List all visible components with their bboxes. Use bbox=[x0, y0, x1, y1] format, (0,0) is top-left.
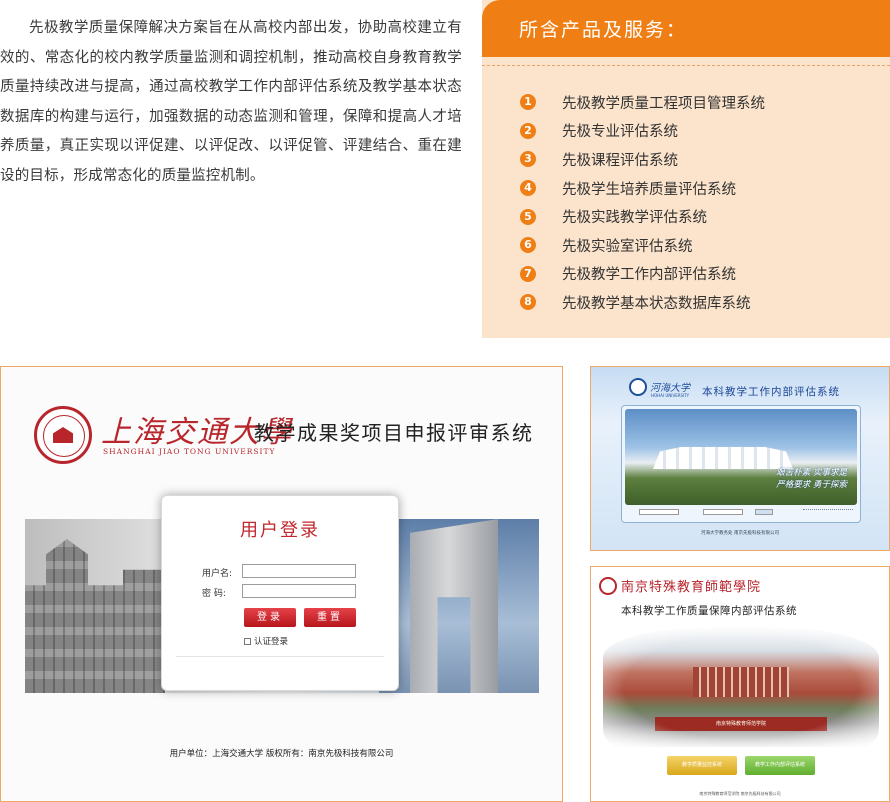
product-label: 先极学生培养质量评估系统 bbox=[562, 181, 736, 198]
hohai-login-button[interactable] bbox=[755, 509, 773, 515]
number-badge: 2 bbox=[520, 122, 536, 139]
divider bbox=[176, 656, 384, 657]
product-label: 先极专业评估系统 bbox=[562, 124, 678, 141]
list-item: 2 先极专业评估系统 bbox=[520, 117, 890, 146]
campus-gate-sign: 南京特殊教育师范学院 bbox=[655, 717, 827, 731]
number-badge: 5 bbox=[520, 208, 536, 225]
login-button[interactable]: 登录 bbox=[244, 608, 296, 627]
checkbox-icon[interactable] bbox=[244, 638, 251, 645]
products-header: 所含产品及服务： bbox=[482, 0, 890, 57]
sjtu-footer: 用户单位：上海交通大学 版权所有：南京先极科技有限公司 bbox=[169, 749, 394, 759]
list-item: 6 先极实验室评估系统 bbox=[520, 231, 890, 260]
hohai-login-bar bbox=[625, 506, 857, 518]
password-row: 密 码: bbox=[202, 586, 242, 599]
password-label: 密 码: bbox=[202, 589, 226, 599]
intro-paragraph: 先极教学质量保障解决方案旨在从高校内部出发，协助高校建立有效的、常态化的校内教学… bbox=[0, 20, 462, 184]
remember-label: 认证登录 bbox=[254, 637, 289, 647]
products-list-area: 1 先极教学质量工程项目管理系统 2 先极专业评估系统 3 先极课程评估系统 4 先极学… bbox=[482, 65, 890, 317]
login-title: 用户登录 bbox=[240, 520, 320, 541]
njts-screenshot: 南京特殊教育師範學院 本科教学工作质量保障内部评估系统 南京特殊教育师范学院 教… bbox=[590, 566, 890, 802]
njts-footer: 南京特殊教育师范学院 南京先极科技有限公司 bbox=[699, 791, 781, 796]
remember-option[interactable]: 认证登录 bbox=[244, 635, 288, 647]
hohai-links[interactable] bbox=[803, 509, 853, 515]
hohai-school-en: HOHAI UNIVERSITY bbox=[651, 393, 690, 398]
njts-seal-icon bbox=[599, 577, 617, 595]
hohai-system-title: 本科教学工作内部评估系统 bbox=[702, 386, 840, 398]
list-item: 7 先极教学工作内部评估系统 bbox=[520, 260, 890, 289]
slogan-line-2: 严格要求 勇于探索 bbox=[776, 480, 847, 490]
number-badge: 3 bbox=[520, 151, 536, 168]
product-label: 先极教学工作内部评估系统 bbox=[562, 267, 736, 284]
username-row: 用户名: bbox=[202, 566, 242, 579]
products-list: 1 先极教学质量工程项目管理系统 2 先极专业评估系统 3 先极课程评估系统 4 先极学… bbox=[482, 66, 890, 317]
number-badge: 7 bbox=[520, 265, 536, 282]
number-badge: 8 bbox=[520, 294, 536, 311]
hohai-seal-icon bbox=[629, 378, 647, 396]
hohai-screenshot: 河海大学 HOHAI UNIVERSITY 本科教学工作内部评估系统 艰苦朴素 … bbox=[590, 366, 890, 551]
hohai-school-name: 河海大学 bbox=[650, 383, 690, 394]
products-panel: 所含产品及服务： 1 先极教学质量工程项目管理系统 2 先极专业评估系统 3 先极课程… bbox=[482, 0, 890, 338]
monitor-system-button[interactable]: 教学质量监控系统 bbox=[667, 756, 737, 775]
username-input[interactable] bbox=[242, 564, 356, 578]
hohai-username-input[interactable] bbox=[639, 509, 679, 515]
old-building-image bbox=[25, 539, 165, 693]
list-item: 4 先极学生培养质量评估系统 bbox=[520, 174, 890, 203]
evaluation-system-button[interactable]: 教学工作内部评估系统 bbox=[745, 756, 815, 775]
products-heading: 所含产品及服务： bbox=[482, 0, 890, 57]
username-label: 用户名: bbox=[202, 569, 233, 579]
hohai-login-card: 艰苦朴素 实事求是 严格要求 勇于探索 bbox=[621, 405, 861, 523]
hohai-password-input[interactable] bbox=[703, 509, 743, 515]
campus-gate-photo: 南京特殊教育师范学院 bbox=[603, 627, 879, 747]
list-item: 8 先极教学基本状态数据库系统 bbox=[520, 288, 890, 317]
product-label: 先极教学质量工程项目管理系统 bbox=[562, 95, 765, 112]
number-badge: 4 bbox=[520, 180, 536, 197]
sjtu-logo-en: SHANGHAI JIAO TONG UNIVERSITY bbox=[103, 447, 276, 456]
product-label: 先极实践教学评估系统 bbox=[562, 210, 707, 227]
njts-system-title: 本科教学工作质量保障内部评估系统 bbox=[621, 605, 797, 617]
hohai-slogan: 艰苦朴素 实事求是 严格要求 勇于探索 bbox=[776, 467, 847, 491]
hohai-footer: 河海大学教务处 南京先极科技有限公司 bbox=[701, 531, 779, 536]
stadium-photo: 艰苦朴素 实事求是 严格要求 勇于探索 bbox=[625, 409, 857, 505]
number-badge: 6 bbox=[520, 237, 536, 254]
system-title: 教学成果奖项目申报评审系统 bbox=[254, 421, 534, 445]
login-box: 用户登录 用户名: 密 码: 登录 重置 认证登录 bbox=[161, 495, 399, 691]
product-label: 先极教学基本状态数据库系统 bbox=[562, 295, 751, 312]
njts-school-name: 南京特殊教育師範學院 bbox=[621, 580, 762, 595]
product-label: 先极课程评估系统 bbox=[562, 152, 678, 169]
number-badge: 1 bbox=[520, 94, 536, 111]
list-item: 1 先极教学质量工程项目管理系统 bbox=[520, 88, 890, 117]
list-item: 5 先极实践教学评估系统 bbox=[520, 202, 890, 231]
product-label: 先极实验室评估系统 bbox=[562, 238, 693, 255]
sjtu-login-screenshot: 上海交通大學 SHANGHAI JIAO TONG UNIVERSITY 教学成… bbox=[0, 366, 563, 802]
stadium-image bbox=[653, 447, 793, 469]
campus-building-image bbox=[693, 667, 789, 697]
password-input[interactable] bbox=[242, 584, 356, 598]
list-item: 3 先极课程评估系统 bbox=[520, 145, 890, 174]
slogan-line-1: 艰苦朴素 实事求是 bbox=[776, 468, 847, 478]
reset-button[interactable]: 重置 bbox=[304, 608, 356, 627]
sjtu-seal-icon bbox=[34, 406, 92, 464]
